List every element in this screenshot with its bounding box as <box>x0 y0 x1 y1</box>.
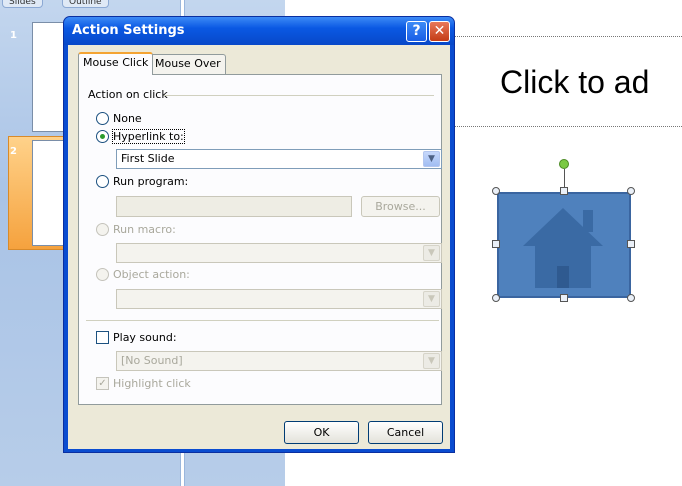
run-program-input <box>116 196 352 217</box>
tab-panel-mouse-click: Action on click None Hyperlink to: First… <box>78 74 442 405</box>
play-sound-label: Play sound: <box>113 331 177 344</box>
radio-none-label: None <box>113 112 142 125</box>
resize-handle-sw[interactable] <box>492 294 500 302</box>
title-placeholder-border-top <box>450 36 682 37</box>
radio-object-action-circle <box>96 268 109 281</box>
object-action-dropdown: ▼ <box>116 289 442 309</box>
play-sound-checkbox[interactable]: Play sound: <box>96 331 177 344</box>
resize-handle-nw[interactable] <box>492 187 500 195</box>
resize-handle-w[interactable] <box>492 240 500 248</box>
slide-number-1: 1 <box>10 30 17 41</box>
close-button[interactable]: ✕ <box>429 21 450 42</box>
help-button[interactable]: ? <box>406 21 427 42</box>
radio-hyperlink[interactable]: Hyperlink to: <box>96 129 185 144</box>
highlight-click-label: Highlight click <box>113 377 191 390</box>
house-icon <box>523 208 603 288</box>
action-settings-dialog: Action Settings ? ✕ Mouse Click Mouse Ov… <box>63 16 455 453</box>
radio-run-program[interactable]: Run program: <box>96 175 188 188</box>
tab-mouse-click[interactable]: Mouse Click <box>78 52 154 75</box>
chevron-down-icon: ▼ <box>423 245 440 261</box>
run-macro-dropdown: ▼ <box>116 243 442 263</box>
radio-object-action-label: Object action: <box>113 268 190 281</box>
hyperlink-dropdown[interactable]: First Slide ▼ <box>116 149 442 169</box>
dialog-title: Action Settings <box>72 23 185 38</box>
radio-run-program-label: Run program: <box>113 175 189 188</box>
resize-handle-se[interactable] <box>627 294 635 302</box>
resize-handle-n[interactable] <box>560 187 568 195</box>
group-label-action-on-click: Action on click <box>88 88 168 101</box>
pane-tabs: Slides Outline <box>0 0 190 14</box>
dialog-titlebar[interactable]: Action Settings ? ✕ <box>64 17 454 45</box>
highlight-click-check-box: ✓ <box>96 377 109 390</box>
dialog-body: Mouse Click Mouse Over Action on click N… <box>68 45 450 449</box>
radio-object-action: Object action: <box>96 268 190 281</box>
resize-handle-e[interactable] <box>627 240 635 248</box>
sound-dropdown-value: [No Sound] <box>121 354 183 367</box>
ok-button[interactable]: OK <box>284 421 359 444</box>
radio-hyperlink-circle[interactable] <box>96 130 109 143</box>
sound-dropdown: [No Sound] ▼ <box>116 351 442 371</box>
highlight-click-checkbox: ✓ Highlight click <box>96 377 191 390</box>
radio-run-macro-label: Run macro: <box>113 223 176 236</box>
browse-button: Browse... <box>361 196 440 217</box>
action-button-home-shape[interactable] <box>497 192 631 298</box>
radio-none[interactable]: None <box>96 112 142 125</box>
title-placeholder[interactable]: Click to ad <box>500 64 649 101</box>
title-placeholder-border-bottom <box>450 126 682 127</box>
resize-handle-ne[interactable] <box>627 187 635 195</box>
radio-hyperlink-label: Hyperlink to: <box>112 129 185 144</box>
tab-slides[interactable]: Slides <box>2 0 43 8</box>
chevron-down-icon: ▼ <box>423 353 440 369</box>
play-sound-check-box[interactable] <box>96 331 109 344</box>
tab-outline[interactable]: Outline <box>62 0 109 8</box>
slide-number-2: 2 <box>10 146 17 157</box>
group-divider <box>164 95 434 96</box>
chevron-down-icon: ▼ <box>423 291 440 307</box>
resize-handle-s[interactable] <box>560 294 568 302</box>
radio-run-program-circle[interactable] <box>96 175 109 188</box>
tab-mouse-over[interactable]: Mouse Over <box>150 54 226 74</box>
section-divider <box>86 320 439 321</box>
radio-run-macro-circle <box>96 223 109 236</box>
hyperlink-dropdown-value: First Slide <box>121 152 175 165</box>
rotation-handle[interactable] <box>559 159 569 169</box>
radio-none-circle[interactable] <box>96 112 109 125</box>
cancel-button[interactable]: Cancel <box>368 421 443 444</box>
radio-run-macro: Run macro: <box>96 223 176 236</box>
chevron-down-icon[interactable]: ▼ <box>423 151 440 167</box>
